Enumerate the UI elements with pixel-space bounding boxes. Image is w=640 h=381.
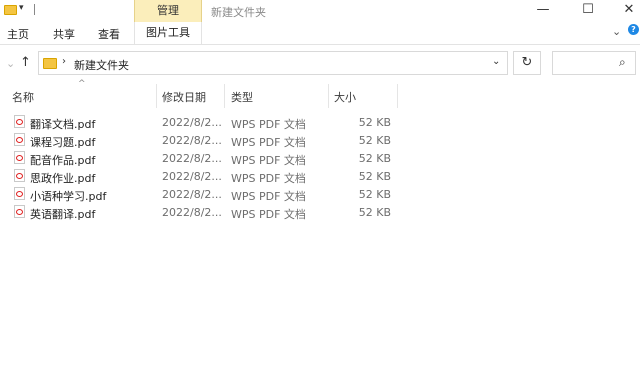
address-dropdown-icon[interactable]: ⌄	[492, 56, 500, 67]
file-name[interactable]: 翻译文档.pdf	[30, 116, 95, 132]
file-row[interactable]: 小语种学习.pdf 2022/8/2... WPS PDF 文档 52 KB	[0, 185, 400, 203]
file-size: 52 KB	[358, 152, 391, 165]
column-divider[interactable]	[156, 84, 157, 108]
file-type: WPS PDF 文档	[231, 190, 306, 203]
file-row[interactable]: 翻译文档.pdf 2022/8/2... WPS PDF 文档 52 KB	[0, 113, 400, 131]
up-arrow-icon[interactable]: ↑	[20, 55, 31, 70]
file-name[interactable]: 思政作业.pdf	[30, 170, 95, 186]
column-divider[interactable]	[224, 84, 225, 108]
window-title: 新建文件夹	[211, 6, 266, 19]
breadcrumb-chevron-icon[interactable]: ›	[62, 56, 66, 67]
search-icon[interactable]: ⌕	[619, 55, 626, 70]
sort-ascending-icon: ^	[78, 79, 86, 89]
folder-icon[interactable]	[4, 5, 17, 15]
file-size: 52 KB	[358, 188, 391, 201]
quick-access-dropdown-icon[interactable]: ▾	[19, 3, 24, 13]
pdf-file-icon	[14, 151, 25, 164]
column-divider[interactable]	[328, 84, 329, 108]
pdf-file-icon	[14, 205, 25, 218]
file-type: WPS PDF 文档	[231, 172, 306, 185]
file-name[interactable]: 英语翻译.pdf	[30, 206, 95, 222]
file-name[interactable]: 配音作品.pdf	[30, 152, 95, 168]
column-header-name[interactable]: 名称	[12, 89, 34, 105]
quick-access-divider	[34, 4, 35, 15]
file-type: WPS PDF 文档	[231, 136, 306, 149]
breadcrumb-folder[interactable]: 新建文件夹	[74, 57, 129, 73]
file-date: 2022/8/2...	[162, 206, 222, 219]
pdf-file-icon	[14, 187, 25, 200]
file-type: WPS PDF 文档	[231, 118, 306, 131]
file-date: 2022/8/2...	[162, 134, 222, 147]
file-size: 52 KB	[358, 206, 391, 219]
file-size: 52 KB	[358, 134, 391, 147]
tab-share[interactable]: 共享	[53, 26, 75, 42]
file-row[interactable]: 课程习题.pdf 2022/8/2... WPS PDF 文档 52 KB	[0, 131, 400, 149]
file-date: 2022/8/2...	[162, 152, 222, 165]
column-divider[interactable]	[397, 84, 398, 108]
pdf-file-icon	[14, 115, 25, 128]
tab-view[interactable]: 查看	[98, 26, 120, 42]
ribbon-bar	[0, 22, 640, 45]
file-date: 2022/8/2...	[162, 188, 222, 201]
column-header-date[interactable]: 修改日期	[162, 89, 206, 105]
tab-home[interactable]: 主页	[7, 26, 29, 42]
refresh-button[interactable]: ↻	[513, 51, 541, 75]
column-header-size[interactable]: 大小	[334, 89, 356, 105]
file-type: WPS PDF 文档	[231, 208, 306, 221]
folder-icon	[43, 58, 57, 69]
file-type: WPS PDF 文档	[231, 154, 306, 167]
file-date: 2022/8/2...	[162, 170, 222, 183]
file-row[interactable]: 思政作业.pdf 2022/8/2... WPS PDF 文档 52 KB	[0, 167, 400, 185]
maximize-button[interactable]: ☐	[568, 0, 608, 22]
pdf-file-icon	[14, 169, 25, 182]
file-row[interactable]: 英语翻译.pdf 2022/8/2... WPS PDF 文档 52 KB	[0, 203, 400, 221]
file-row[interactable]: 配音作品.pdf 2022/8/2... WPS PDF 文档 52 KB	[0, 149, 400, 167]
file-date: 2022/8/2...	[162, 116, 222, 129]
file-name[interactable]: 小语种学习.pdf	[30, 188, 106, 204]
ribbon-expand-icon[interactable]: ⌄	[612, 25, 621, 38]
tab-picture-tools[interactable]: 图片工具	[134, 22, 202, 44]
column-header-type[interactable]: 类型	[231, 89, 253, 105]
pdf-file-icon	[14, 133, 25, 146]
close-button[interactable]: ✕	[609, 0, 640, 22]
file-size: 52 KB	[358, 116, 391, 129]
recent-locations-icon[interactable]: ⌄	[6, 57, 15, 70]
file-name[interactable]: 课程习题.pdf	[30, 134, 95, 150]
minimize-button[interactable]: —	[523, 0, 563, 22]
help-icon[interactable]: ?	[628, 24, 639, 35]
context-tab-manage[interactable]: 管理	[134, 0, 202, 22]
file-size: 52 KB	[358, 170, 391, 183]
